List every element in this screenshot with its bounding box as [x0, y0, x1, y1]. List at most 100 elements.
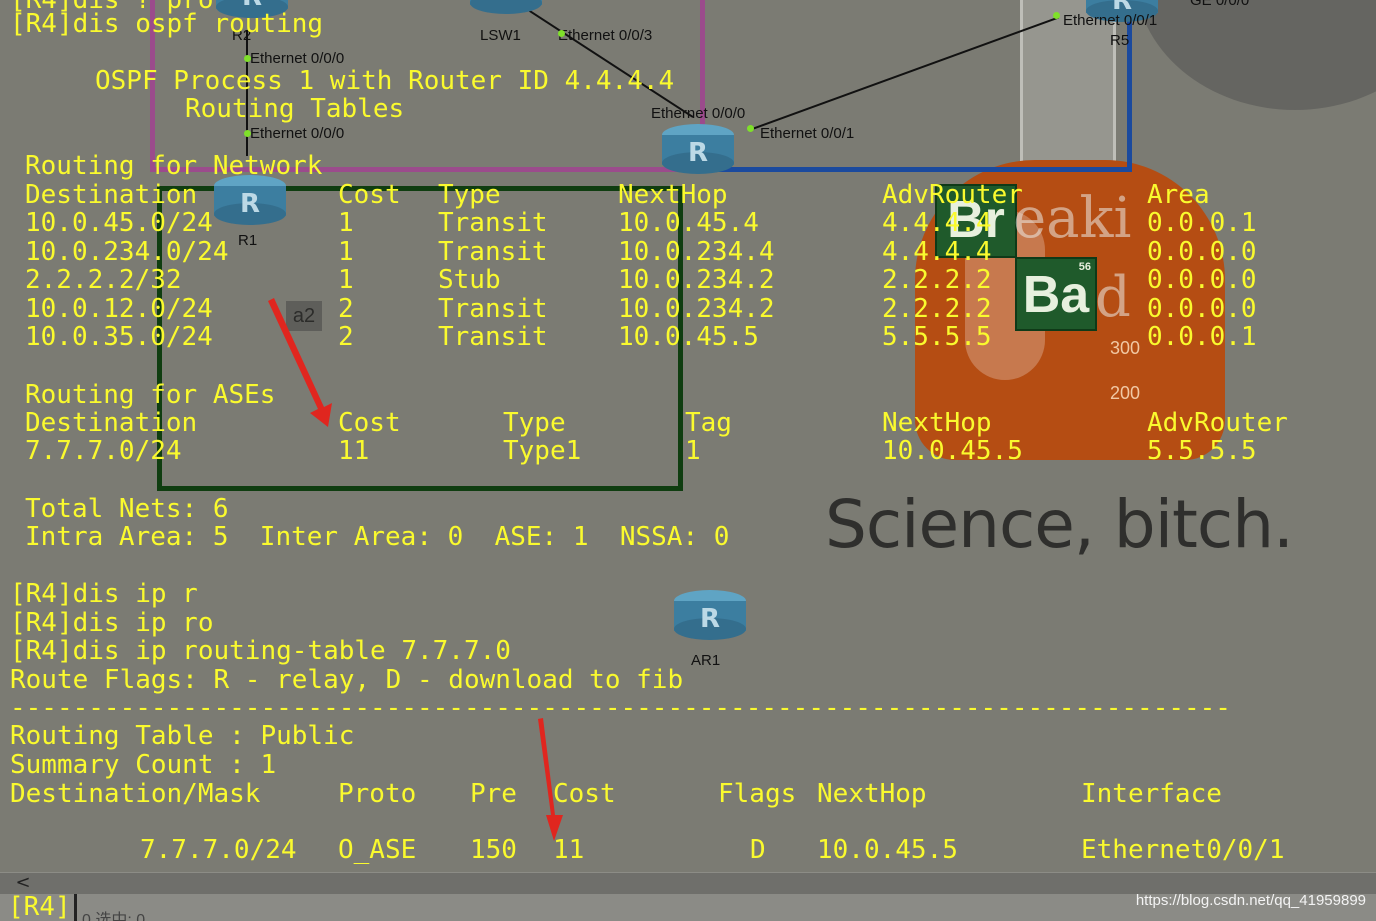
flask-scale-200: 200	[1110, 383, 1141, 403]
ase-row-advrouter: 5.5.5.5	[1147, 436, 1257, 466]
router-label-r1: R1	[238, 232, 258, 249]
network-header-advrouter: AdvRouter	[882, 180, 1023, 210]
router-ar1[interactable]: R	[674, 590, 746, 640]
network-row-destination: 10.0.35.0/24	[25, 322, 213, 352]
flask-scale-300: 300	[1110, 338, 1141, 358]
rt-header-pre: Pre	[470, 779, 517, 809]
routing-table-public: Routing Table : Public	[10, 721, 355, 751]
separator-line: ----------------------------------------…	[10, 693, 1231, 723]
terminal-window[interactable]: { "topology": { "routers": [ {"id":"R2",…	[0, 0, 1376, 921]
terminal-cmd-routing-table: [R4]dis ip routing-table 7.7.7.0	[10, 636, 511, 666]
network-row-nexthop: 10.0.234.4	[618, 237, 775, 267]
rt-header-destination: Destination/Mask	[10, 779, 261, 809]
logo-text-eaki: eaki	[1013, 186, 1132, 251]
switch-label-lsw1: LSW1	[480, 27, 521, 44]
port-label-r2-e000-b: Ethernet 0/0/0	[250, 125, 345, 142]
port-label-r5-ge: GE 0/0/0	[1190, 0, 1250, 9]
network-section-title: Routing for Network	[25, 151, 323, 181]
ase-header-cost: Cost	[338, 408, 401, 438]
network-row-destination: 10.0.12.0/24	[25, 294, 213, 324]
network-row-type: Transit	[438, 208, 548, 238]
rt-header-flags: Flags	[718, 779, 797, 809]
annotation-arrow-rt-cost	[538, 718, 563, 841]
network-row-nexthop: 10.0.234.2	[618, 265, 775, 295]
network-row-nexthop: 10.0.45.4	[618, 208, 759, 238]
network-row-type: Stub	[438, 265, 501, 295]
text-cursor	[74, 894, 77, 921]
network-row-advrouter: 5.5.5.5	[882, 322, 992, 352]
rt-row-proto: O_ASE	[338, 835, 417, 865]
network-row-area: 0.0.0.0	[1147, 265, 1257, 295]
network-row-area: 0.0.0.0	[1147, 237, 1257, 267]
port-label-r2-e000-a: Ethernet 0/0/0	[250, 50, 345, 67]
network-header-type: Type	[438, 180, 501, 210]
ase-section-title: Routing for ASEs	[25, 380, 276, 410]
port-label-center-e000: Ethernet 0/0/0	[651, 105, 746, 122]
router-center[interactable]: R	[662, 124, 734, 174]
ase-header-tag: Tag	[685, 408, 732, 438]
switch-lsw1[interactable]	[470, 0, 542, 14]
ospf-title: OSPF Process 1 with Router ID 4.4.4.4	[95, 66, 675, 96]
network-row-nexthop: 10.0.234.2	[618, 294, 775, 324]
rt-row-nexthop: 10.0.45.5	[817, 835, 958, 865]
port-dot	[747, 125, 754, 132]
terminal-cmd-ipro: [R4]dis ip ro	[10, 608, 214, 638]
network-header-area: Area	[1147, 180, 1210, 210]
network-row-advrouter: 4.4.4.4	[882, 208, 992, 238]
rt-row-pre: 150	[470, 835, 517, 865]
logo-tile-ba-number: 56	[1078, 261, 1091, 273]
network-row-type: Transit	[438, 322, 548, 352]
rt-header-interface: Interface	[1081, 779, 1222, 809]
network-row-destination: 2.2.2.2/32	[25, 265, 182, 295]
port-label-center-e001: Ethernet 0/0/1	[760, 125, 855, 142]
rt-row-flags: D	[750, 835, 766, 865]
port-dot	[1053, 12, 1060, 19]
port-dot	[558, 30, 565, 37]
network-row-cost: 1	[338, 237, 354, 267]
network-row-advrouter: 2.2.2.2	[882, 265, 992, 295]
router-r1[interactable]: R	[214, 175, 286, 225]
rt-header-proto: Proto	[338, 779, 417, 809]
network-row-nexthop: 10.0.45.5	[618, 322, 759, 352]
ase-row-cost: 11	[338, 436, 370, 466]
terminal-prompt[interactable]: [R4]	[8, 893, 71, 921]
router-label-r5: R5	[1110, 32, 1130, 49]
router-label-ar1: AR1	[691, 652, 721, 669]
ase-row-destination: 7.7.7.0/24	[25, 436, 182, 466]
network-row-area: 0.0.0.1	[1147, 208, 1257, 238]
ase-header-destination: Destination	[25, 408, 198, 438]
logo-tile-ba: Ba 56	[1015, 257, 1097, 331]
network-row-area: 0.0.0.1	[1147, 322, 1257, 352]
watermark-url: https://blog.csdn.net/qq_41959899	[1135, 892, 1366, 909]
ase-row-tag: 1	[685, 436, 701, 466]
rt-row-interface: Ethernet0/0/1	[1081, 835, 1285, 865]
ase-row-nexthop: 10.0.45.5	[882, 436, 1023, 466]
status-text: 0 选中: 0	[82, 912, 146, 921]
summary-count: Summary Count : 1	[10, 750, 277, 780]
network-header-nexthop: NextHop	[618, 180, 728, 210]
ospf-subtitle: Routing Tables	[185, 94, 405, 124]
port-label-lsw-e003: Ethernet 0/0/3	[558, 27, 653, 44]
network-header-destination: Destination	[25, 180, 198, 210]
network-row-advrouter: 2.2.2.2	[882, 294, 992, 324]
scroll-left-icon[interactable]: <	[12, 872, 34, 894]
terminal-cmd-ospf: [R4]dis ospf routing	[10, 9, 324, 39]
logo-tile-ba-letters: Ba	[1022, 266, 1090, 324]
annotation-arrow-ase-cost	[268, 298, 332, 427]
ase-row-type: Type1	[503, 436, 582, 466]
network-row-cost: 2	[338, 294, 354, 324]
port-label-r5-e001: Ethernet 0/0/1	[1063, 12, 1158, 29]
network-row-cost: 2	[338, 322, 354, 352]
network-row-destination: 10.0.45.0/24	[25, 208, 213, 238]
port-dot	[244, 55, 251, 62]
slogan-text: Science, bitch.	[825, 486, 1294, 563]
area-box-green	[157, 186, 683, 491]
network-header-cost: Cost	[338, 180, 401, 210]
network-row-cost: 1	[338, 208, 354, 238]
terminal-cmd-ipr: [R4]dis ip r	[10, 579, 198, 609]
ase-header-nexthop: NextHop	[882, 408, 992, 438]
port-dot	[244, 130, 251, 137]
network-row-type: Transit	[438, 237, 548, 267]
logo-text-d: d	[1095, 265, 1131, 330]
total-nets: Total Nets: 6	[25, 494, 229, 524]
